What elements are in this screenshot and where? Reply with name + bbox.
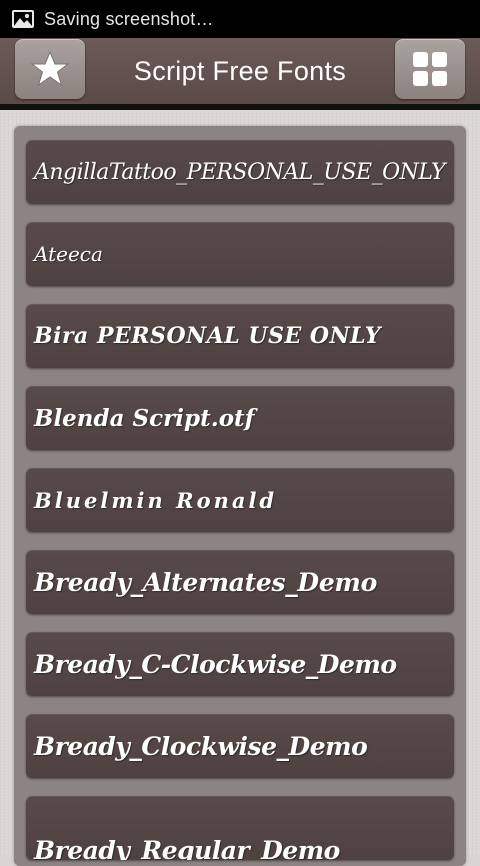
font-item[interactable]: Bready_Clockwise_Demo <box>26 714 454 778</box>
font-item-label: Bready_Regular_Demo <box>34 835 340 861</box>
favorites-button[interactable] <box>15 39 85 99</box>
font-item-label: Bira PERSONAL USE ONLY <box>34 323 381 349</box>
page-title: Script Free Fonts <box>133 55 347 86</box>
font-item[interactable]: Blenda Script.otf <box>26 386 454 450</box>
font-item[interactable]: Bluelmin Ronald <box>26 468 454 532</box>
font-item-label: Bready_Clockwise_Demo <box>34 731 368 761</box>
action-bar: Script Free Fonts <box>0 38 480 104</box>
star-icon <box>30 50 70 87</box>
font-item[interactable]: Bready_Alternates_Demo <box>26 550 454 614</box>
font-item-label: AngillaTattoo_PERSONAL_USE_ONLY <box>34 159 446 185</box>
status-bar: Saving screenshot… <box>0 0 480 38</box>
status-text: Saving screenshot… <box>44 8 214 29</box>
font-list: AngillaTattoo_PERSONAL_USE_ONLY Ateeca B… <box>26 140 454 866</box>
font-item-label: Ateeca <box>34 242 103 266</box>
image-icon <box>12 10 34 28</box>
grid-icon <box>413 52 447 86</box>
font-item[interactable]: Ateeca <box>26 222 454 286</box>
font-item[interactable]: AngillaTattoo_PERSONAL_USE_ONLY <box>26 140 454 204</box>
font-item-label: Bready_Alternates_Demo <box>34 567 377 597</box>
font-item[interactable]: Bready_Regular_Demo <box>26 796 454 860</box>
font-item-label: Blenda Script.otf <box>34 404 255 432</box>
font-item-label: Bluelmin Ronald <box>34 487 278 513</box>
font-item[interactable]: Bira PERSONAL USE ONLY <box>26 304 454 368</box>
font-item-label: Bready_C-Clockwise_Demo <box>34 649 397 679</box>
font-list-panel: AngillaTattoo_PERSONAL_USE_ONLY Ateeca B… <box>14 126 466 866</box>
grid-view-button[interactable] <box>395 39 465 99</box>
font-item[interactable]: Bready_C-Clockwise_Demo <box>26 632 454 696</box>
